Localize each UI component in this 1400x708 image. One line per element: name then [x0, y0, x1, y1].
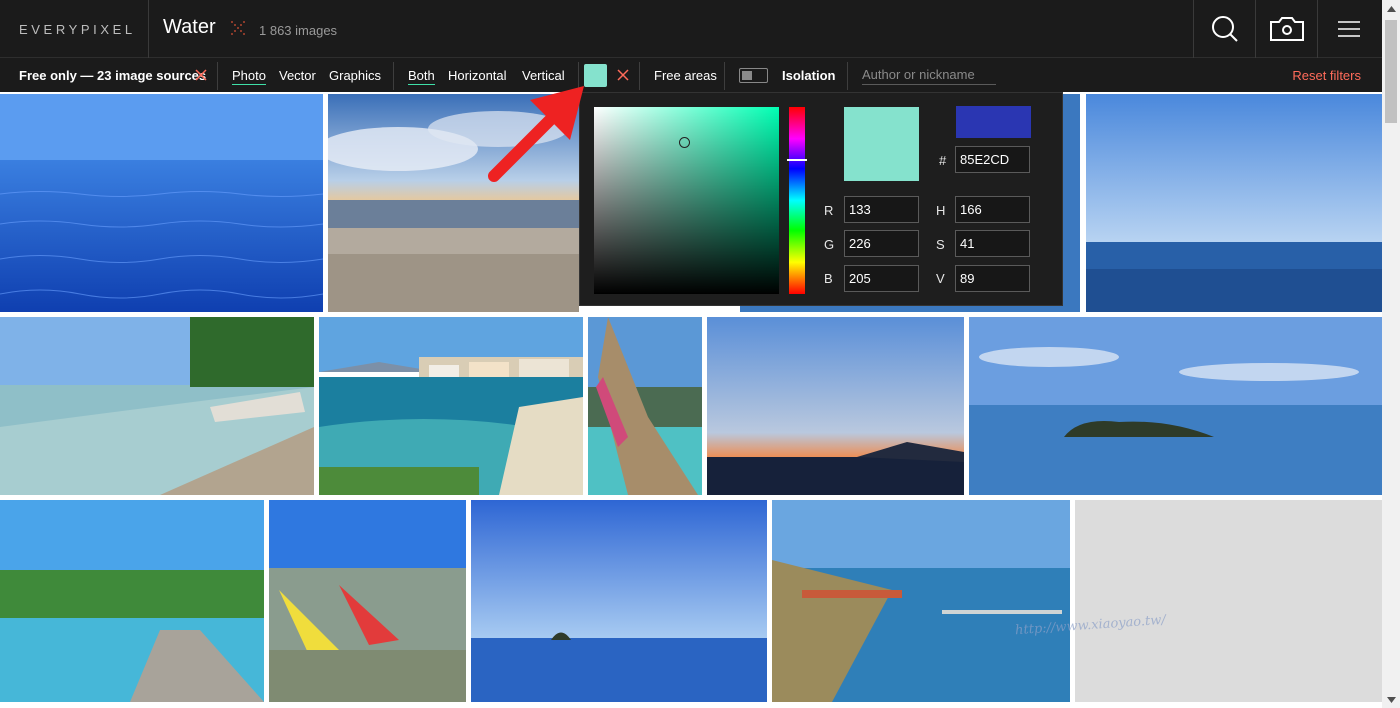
photo-image — [588, 317, 702, 495]
photo-tile[interactable] — [319, 317, 583, 495]
photo-image — [0, 94, 323, 312]
photo-image — [471, 500, 767, 702]
free-areas-filter[interactable]: Free areas — [654, 68, 717, 83]
search-query[interactable]: Water — [163, 16, 216, 39]
r-input[interactable]: 133 — [844, 196, 919, 223]
color-handle[interactable] — [679, 137, 690, 148]
photo-tile[interactable] — [772, 500, 1070, 702]
orientation-both[interactable]: Both — [408, 68, 435, 85]
header-divider — [148, 0, 149, 58]
hex-label: # — [939, 153, 947, 168]
new-color-preview — [844, 107, 919, 181]
filter-divider — [639, 62, 640, 90]
filter-divider — [393, 62, 394, 90]
color-picker-popover: # 85E2CD R 133 G 226 B 205 H 166 S 41 V … — [579, 92, 1063, 306]
r-label: R — [824, 203, 834, 218]
top-header: EVERYPIXEL Water 1 863 images — [0, 0, 1382, 58]
s-input[interactable]: 41 — [955, 230, 1030, 257]
type-vector[interactable]: Vector — [279, 68, 316, 83]
result-count: 1 863 images — [259, 23, 338, 38]
orientation-horizontal[interactable]: Horizontal — [448, 68, 507, 83]
scroll-down-arrow-icon[interactable] — [1382, 691, 1400, 708]
filter-bar: Free only — 23 image sources Photo Vecto… — [0, 58, 1382, 92]
filter-divider — [847, 62, 848, 90]
g-label: G — [824, 237, 835, 252]
filter-divider — [578, 62, 579, 90]
g-input[interactable]: 226 — [844, 230, 919, 257]
s-label: S — [936, 237, 945, 252]
photo-placeholder — [1075, 500, 1382, 702]
isolation-toggle[interactable] — [739, 68, 768, 83]
orientation-vertical[interactable]: Vertical — [522, 68, 565, 83]
hue-slider[interactable] — [789, 107, 805, 294]
photo-image — [328, 94, 579, 312]
photo-tile[interactable] — [707, 317, 964, 495]
filter-divider — [724, 62, 725, 90]
photo-image — [269, 500, 466, 702]
saturation-value-area[interactable] — [594, 107, 779, 294]
photo-tile[interactable] — [0, 500, 264, 702]
b-input[interactable]: 205 — [844, 265, 919, 292]
hex-input[interactable]: 85E2CD — [955, 146, 1030, 173]
camera-icon — [1270, 17, 1304, 41]
reset-filters-link[interactable]: Reset filters — [1292, 68, 1361, 83]
photo-image — [969, 317, 1382, 495]
filter-divider — [217, 62, 218, 90]
photo-tile[interactable] — [328, 94, 579, 312]
photo-image — [772, 500, 1070, 702]
color-filter-swatch[interactable] — [584, 64, 607, 87]
v-input[interactable]: 89 — [955, 265, 1030, 292]
free-only-filter[interactable]: Free only — 23 image sources — [19, 68, 206, 83]
photo-tile[interactable] — [0, 317, 314, 495]
photo-image — [319, 317, 583, 495]
menu-button[interactable] — [1318, 0, 1380, 58]
search-icon — [1212, 16, 1238, 42]
isolation-label: Isolation — [782, 68, 836, 83]
logo[interactable]: EVERYPIXEL — [19, 22, 136, 37]
clear-search-icon[interactable] — [231, 21, 245, 35]
h-label: H — [936, 203, 946, 218]
scrollbar-thumb[interactable] — [1385, 20, 1397, 123]
previous-color-preview — [956, 106, 1031, 138]
h-input[interactable]: 166 — [955, 196, 1030, 223]
b-label: B — [824, 271, 833, 286]
page-scrollbar[interactable] — [1382, 0, 1400, 708]
photo-image — [707, 317, 964, 495]
remove-free-filter-icon[interactable] — [195, 69, 207, 81]
photo-tile[interactable] — [1086, 94, 1382, 312]
photo-tile[interactable] — [588, 317, 702, 495]
photo-image — [1086, 94, 1382, 312]
photo-tile[interactable] — [269, 500, 466, 702]
author-input[interactable] — [862, 65, 996, 85]
photo-image — [0, 500, 264, 702]
type-photo[interactable]: Photo — [232, 68, 266, 85]
scroll-up-arrow-icon[interactable] — [1382, 0, 1400, 17]
remove-color-filter-icon[interactable] — [617, 69, 629, 81]
type-graphics[interactable]: Graphics — [329, 68, 381, 83]
photo-tile[interactable] — [0, 94, 323, 312]
v-label: V — [936, 271, 945, 286]
camera-search-button[interactable] — [1256, 0, 1318, 58]
photo-tile[interactable] — [471, 500, 767, 702]
photo-tile[interactable] — [969, 317, 1382, 495]
photo-image — [0, 317, 314, 495]
search-button[interactable] — [1194, 0, 1256, 58]
hue-handle[interactable] — [787, 159, 807, 161]
menu-icon — [1338, 21, 1360, 37]
